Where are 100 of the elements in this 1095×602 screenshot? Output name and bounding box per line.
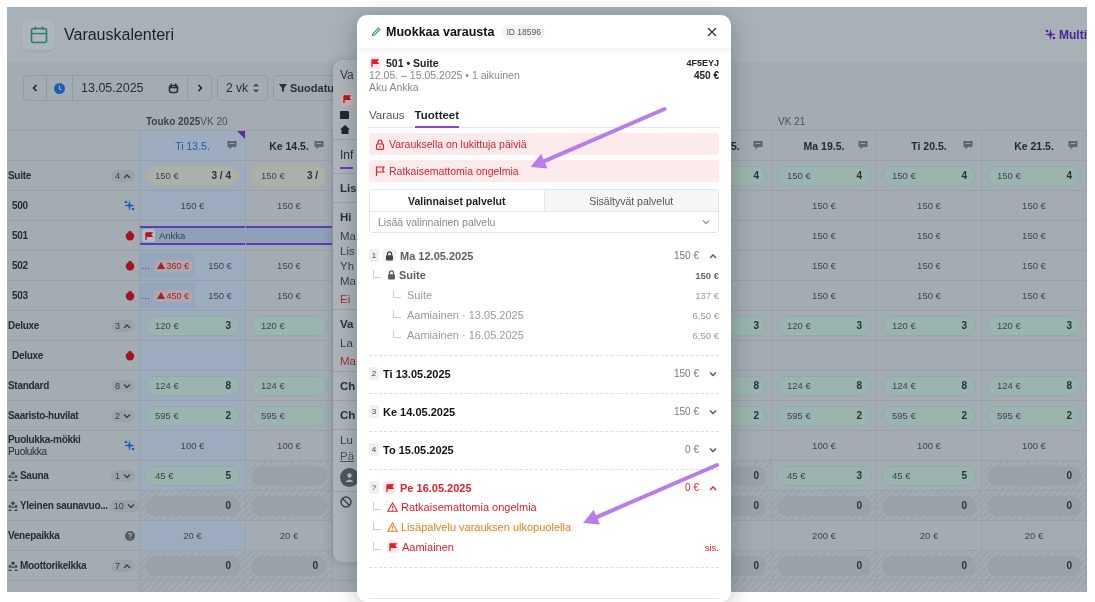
count-toggle[interactable]: 1 <box>111 469 135 482</box>
calendar-cell[interactable]: 595 € <box>246 401 333 431</box>
availability-pill[interactable]: 0 <box>251 555 327 576</box>
availability-pill[interactable]: 595 € 2 <box>987 405 1081 426</box>
availability-pill[interactable]: 120 € <box>251 315 327 336</box>
availability-pill[interactable]: 0 <box>882 495 976 516</box>
availability-pill[interactable]: 0 <box>731 555 766 576</box>
availability-pill[interactable]: 150 € 3 / 4 <box>145 165 240 186</box>
calendar-cell[interactable]: 120 € 3 <box>772 311 877 341</box>
calendar-cell[interactable]: 124 € 8 <box>772 371 877 401</box>
count-toggle[interactable]: 8 <box>111 379 135 392</box>
calendar-cell[interactable]: 45 € 3 <box>772 461 877 491</box>
calendar-cell[interactable]: 45 € 5 <box>877 461 982 491</box>
calendar-cell[interactable]: 150 € 3 / <box>246 161 333 191</box>
availability-pill[interactable]: 124 € <box>251 375 327 396</box>
availability-pill[interactable]: 150 € 3 / <box>251 165 327 186</box>
availability-pill[interactable]: 120 € 3 <box>145 315 240 336</box>
calendar-cell[interactable]: 0 <box>246 551 333 581</box>
calendar-cell[interactable]: 124 € 8 <box>982 371 1087 401</box>
availability-pill[interactable]: 150 € 4 <box>882 165 976 186</box>
availability-pill[interactable]: 0 <box>731 465 766 486</box>
group-label[interactable]: Suite <box>8 170 31 181</box>
day-header[interactable]: Ti 13.5. <box>140 131 246 161</box>
calendar-cell[interactable]: 45 € 5 <box>140 461 246 491</box>
calendar-cell[interactable]: 0 <box>877 551 982 581</box>
availability-pill[interactable]: 120 € 3 <box>987 315 1081 336</box>
availability-pill[interactable]: 45 € 5 <box>882 465 976 486</box>
availability-pill[interactable]: 124 € 8 <box>777 375 871 396</box>
availability-pill[interactable]: 0 <box>777 555 871 576</box>
calendar-cell[interactable]: … 360 € 150 € <box>140 251 246 281</box>
count-toggle[interactable]: 3 <box>111 319 135 332</box>
panel-tab[interactable]: Inf <box>340 148 354 169</box>
availability-pill[interactable]: 120 € 3 <box>882 315 976 336</box>
calendar-cell[interactable]: 150 € <box>772 251 877 281</box>
calendar-cell[interactable]: 0 <box>731 551 772 581</box>
availability-pill[interactable]: 2 <box>731 405 766 426</box>
calendar-cell[interactable]: 120 € <box>246 311 333 341</box>
calendar-cell[interactable]: 150 € <box>982 191 1087 221</box>
calendar-cell[interactable]: 0 <box>982 551 1087 581</box>
group-label[interactable]: Deluxe <box>8 320 39 331</box>
group-label[interactable]: Moottorikelkka <box>20 560 87 571</box>
availability-pill[interactable]: 0 <box>882 555 976 576</box>
range-select[interactable]: 2 vk <box>217 75 268 101</box>
availability-pill[interactable]: 150 € 4 <box>987 165 1081 186</box>
calendar-cell[interactable]: 0 <box>140 551 246 581</box>
calendar-cell[interactable]: 150 € <box>140 191 246 221</box>
booking-bar[interactable]: … 450 € <box>140 283 196 308</box>
day-header[interactable]: Ke 21.5. <box>982 131 1087 161</box>
availability-pill[interactable]: 4 <box>731 165 766 186</box>
tab[interactable]: Tuotteet <box>414 109 460 128</box>
calendar-cell[interactable]: 0 <box>772 491 877 521</box>
panel-link[interactable]: Pä <box>340 450 355 462</box>
calendar-cell[interactable]: 150 € <box>982 221 1087 251</box>
day-header[interactable]: Ti 20.5. <box>877 131 982 161</box>
calendar-cell[interactable]: 100 € <box>772 431 877 461</box>
calendar-cell[interactable]: 150 € <box>877 251 982 281</box>
availability-pill[interactable]: 45 € 5 <box>145 465 240 486</box>
availability-pill[interactable]: 0 <box>145 555 240 576</box>
calendar-cell[interactable]: 0 <box>731 461 772 491</box>
calendar-cell[interactable]: 150 € <box>982 251 1087 281</box>
calendar-cell[interactable]: 100 € <box>877 431 982 461</box>
calendar-cell[interactable]: 120 € 3 <box>140 311 246 341</box>
calendar-cell[interactable]: 150 € <box>772 191 877 221</box>
calendar-cell[interactable]: 20 € <box>140 521 246 551</box>
availability-pill[interactable]: 45 € 3 <box>777 465 871 486</box>
tab[interactable]: Varaus <box>369 109 405 128</box>
calendar-cell[interactable]: 150 € <box>877 191 982 221</box>
calendar-cell[interactable]: 0 <box>877 491 982 521</box>
availability-pill[interactable]: 8 <box>731 375 766 396</box>
calendar-cell[interactable]: 124 € 8 <box>140 371 246 401</box>
booking-bar[interactable]: … 360 € <box>140 253 196 278</box>
group-label[interactable]: Sauna <box>20 470 49 481</box>
calendar-cell[interactable]: 150 € 4 <box>877 161 982 191</box>
calendar-cell[interactable]: 595 € 2 <box>877 401 982 431</box>
calendar-cell[interactable]: … 450 € 150 € <box>140 281 246 311</box>
availability-pill[interactable]: 595 € 2 <box>145 405 240 426</box>
service-select[interactable]: Lisää valinnainen palvelu <box>370 212 718 232</box>
calendar-cell[interactable]: 150 € <box>772 221 877 251</box>
calendar-cell[interactable]: 0 <box>982 491 1087 521</box>
availability-pill[interactable]: 595 € <box>251 405 327 426</box>
availability-pill[interactable]: 0 <box>987 555 1081 576</box>
availability-pill[interactable]: 120 € 3 <box>777 315 871 336</box>
day-header[interactable]: Ma 19.5. <box>772 131 877 161</box>
calendar-cell[interactable]: 0 <box>772 551 877 581</box>
count-toggle[interactable]: 7 <box>111 559 135 572</box>
group-label[interactable]: Standard <box>8 380 49 391</box>
calendar-cell[interactable]: 150 € <box>877 221 982 251</box>
availability-pill[interactable]: 3 <box>731 315 766 336</box>
calendar-cell[interactable]: Ankka <box>140 221 246 251</box>
calendar-cell[interactable]: 0 <box>140 491 246 521</box>
calendar-cell[interactable]: 595 € 2 <box>772 401 877 431</box>
booking-bar[interactable]: Ankka <box>140 226 245 245</box>
availability-pill[interactable]: 595 € 2 <box>777 405 871 426</box>
availability-pill[interactable]: 0 <box>731 495 766 516</box>
availability-pill[interactable]: 595 € 2 <box>882 405 976 426</box>
calendar-cell[interactable]: 150 € <box>982 281 1087 311</box>
calendar-cell[interactable]: 120 € 3 <box>982 311 1087 341</box>
availability-pill[interactable]: 0 <box>145 495 240 516</box>
availability-pill[interactable]: 0 <box>987 465 1081 486</box>
count-toggle[interactable]: 2 <box>111 409 135 422</box>
